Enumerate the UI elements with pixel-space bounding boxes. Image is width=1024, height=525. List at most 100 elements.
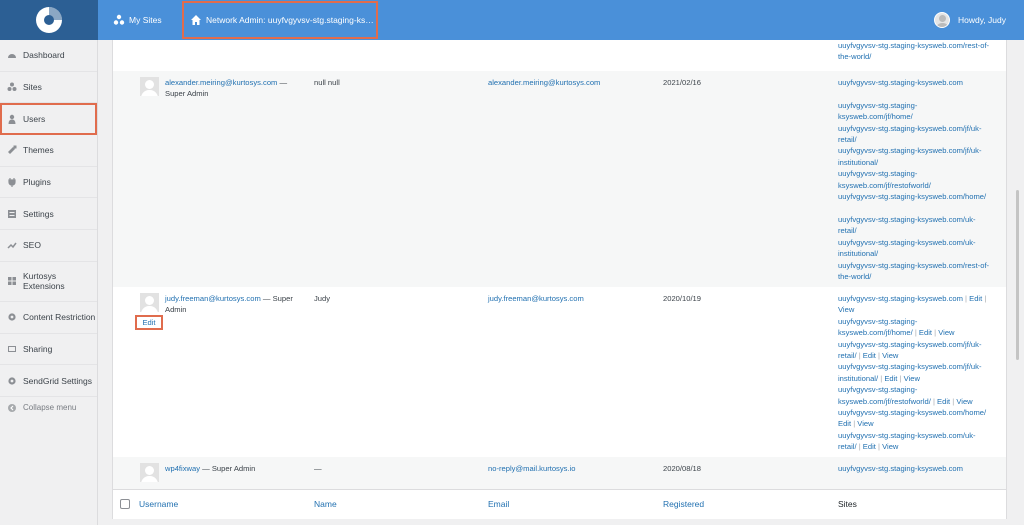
site-view-link[interactable]: View xyxy=(938,328,954,337)
email-link[interactable]: no-reply@mail.kurtosys.io xyxy=(488,463,648,474)
site-link[interactable]: ksysweb.com/jf/home/ xyxy=(838,328,913,337)
site-link[interactable]: ksysweb.com/jf/restofworld/ xyxy=(838,397,931,406)
sites-cell: uuyfvgyvsv-stg.staging-ksysweb.com uuyfv… xyxy=(838,77,1003,282)
site-edit-link[interactable]: Edit xyxy=(937,397,950,406)
site-link[interactable]: retail/ xyxy=(838,442,857,451)
site-link[interactable]: ksysweb.com/jf/restofworld/ xyxy=(838,180,1003,191)
site-link[interactable]: uuyfvgyvsv-stg.staging-ksysweb.com xyxy=(838,77,1003,88)
site-link[interactable]: uuyfvgyvsv-stg.staging-ksysweb.com/rest-… xyxy=(838,260,1003,271)
network-admin-label: Network Admin: uuyfvgyvsv-stg.staging-ks… xyxy=(206,15,374,25)
site-link[interactable]: uuyfvgyvsv-stg.staging- xyxy=(838,100,1003,111)
site-link[interactable]: retail/ xyxy=(838,134,1003,145)
site-link[interactable]: institutional/ xyxy=(838,248,1003,259)
site-link[interactable]: ksysweb.com/jf/home/ xyxy=(838,111,1003,122)
site-view-link[interactable]: View xyxy=(882,442,898,451)
site-link[interactable]: uuyfvgyvsv-stg.staging-ksysweb.com/uk- xyxy=(838,214,1003,225)
site-link[interactable]: uuyfvgyvsv-stg.staging-ksysweb.com/jf/uk… xyxy=(838,123,1003,134)
edit-label: Edit xyxy=(142,318,156,327)
site-link[interactable]: the-world/ xyxy=(838,51,1003,62)
sort-email-link[interactable]: Email xyxy=(488,499,509,510)
site-link[interactable]: the-world/ xyxy=(838,271,1003,282)
site-edit-link[interactable]: Edit xyxy=(863,351,876,360)
site-entry: uuyfvgyvsv-stg.staging-ksysweb.com/jf/uk… xyxy=(838,361,1003,372)
site-link[interactable]: uuyfvgyvsv-stg.staging-ksysweb.com xyxy=(838,294,963,303)
site-view-link[interactable]: View xyxy=(857,419,873,428)
site-link[interactable]: uuyfvgyvsv-stg.staging-ksysweb.com/jf/uk… xyxy=(838,340,981,349)
username-link[interactable]: alexander.meiring@kurtosys.com xyxy=(165,78,277,87)
site-link[interactable]: uuyfvgyvsv-stg.staging- xyxy=(838,317,917,326)
site-link[interactable]: uuyfvgyvsv-stg.staging-ksysweb.com/uk- xyxy=(838,431,976,440)
account-menu[interactable]: Howdy, Judy xyxy=(933,0,1006,40)
sort-name-link[interactable]: Name xyxy=(314,499,337,510)
sidebar-item-label: SEO xyxy=(23,240,41,251)
site-link[interactable]: institutional/ xyxy=(838,157,1003,168)
site-view-link[interactable]: View xyxy=(956,397,972,406)
role-label: — Super xyxy=(262,294,293,303)
site-edit-link[interactable]: Edit xyxy=(884,374,897,383)
username-link[interactable]: judy.freeman@kurtosys.com xyxy=(165,294,261,303)
username-cell: alexander.meiring@kurtosys.com — Super A… xyxy=(165,77,305,100)
site-entry: uuyfvgyvsv-stg.staging-ksysweb.com/jf/uk… xyxy=(838,339,1003,350)
site-link[interactable]: retail/ xyxy=(838,351,857,360)
role-label: — Super Admin xyxy=(202,464,256,473)
edit-user-link[interactable]: Edit xyxy=(135,315,163,330)
sort-registered-link[interactable]: Registered xyxy=(663,499,704,510)
sidebar-item-sites[interactable]: Sites xyxy=(0,72,97,104)
site-link[interactable]: uuyfvgyvsv-stg.staging-ksysweb.com/jf/uk… xyxy=(838,362,981,371)
admin-sidebar: Dashboard Sites Users Themes Plugins Set… xyxy=(0,40,98,525)
sites-icon xyxy=(113,14,125,25)
site-link[interactable]: uuyfvgyvsv-stg.staging-ksysweb.com/jf/uk… xyxy=(838,145,1003,156)
sites-cell: uuyfvgyvsv-stg.staging-ksysweb.com/rest-… xyxy=(838,40,1003,63)
site-edit-link[interactable]: Edit xyxy=(838,419,851,428)
site-logo[interactable] xyxy=(0,0,98,40)
my-sites-link[interactable]: My Sites xyxy=(113,0,162,40)
site-view-link[interactable]: View xyxy=(882,351,898,360)
registered-cell: 2021/02/16 xyxy=(663,78,702,87)
scrollbar[interactable] xyxy=(1016,190,1019,360)
name-cell: Judy xyxy=(314,294,331,303)
site-entry: uuyfvgyvsv-stg.staging- xyxy=(838,316,1003,327)
username-cell: wp4fixway — Super Admin xyxy=(165,463,305,474)
site-link[interactable]: uuyfvgyvsv-stg.staging-ksysweb.com/uk- xyxy=(838,237,1003,248)
sidebar-item-sharing[interactable]: Sharing xyxy=(0,334,97,366)
settings-icon xyxy=(8,209,16,218)
sidebar-item-label: Sites xyxy=(23,82,42,93)
sidebar-item-sendgrid-settings[interactable]: SendGrid Settings xyxy=(0,365,97,397)
sidebar-item-dashboard[interactable]: Dashboard xyxy=(0,40,97,72)
site-link[interactable]: retail/ xyxy=(838,225,1003,236)
site-view-link[interactable]: View xyxy=(838,305,854,314)
sidebar-item-plugins[interactable]: Plugins xyxy=(0,167,97,199)
collapse-menu-button[interactable]: Collapse menu xyxy=(0,397,97,419)
site-entry: View xyxy=(838,304,1003,315)
username-link[interactable]: wp4fixway xyxy=(165,464,200,473)
sidebar-item-users[interactable]: Users xyxy=(0,103,97,136)
site-edit-link[interactable]: Edit xyxy=(863,442,876,451)
site-link[interactable]: uuyfvgyvsv-stg.staging- xyxy=(838,168,1003,179)
site-link[interactable]: uuyfvgyvsv-stg.staging- xyxy=(838,385,917,394)
site-entry: uuyfvgyvsv-stg.staging- xyxy=(838,384,1003,395)
plugins-icon xyxy=(8,178,16,188)
site-link[interactable]: uuyfvgyvsv-stg.staging-ksysweb.com xyxy=(838,463,1003,474)
site-link[interactable]: uuyfvgyvsv-stg.staging-ksysweb.com/home/ xyxy=(838,408,986,417)
site-view-link[interactable]: View xyxy=(904,374,920,383)
sidebar-item-themes[interactable]: Themes xyxy=(0,135,97,167)
registered-cell: 2020/10/19 xyxy=(663,294,702,303)
site-edit-link[interactable]: Edit xyxy=(969,294,982,303)
sidebar-item-kurtosys-extensions[interactable]: Kurtosys Extensions xyxy=(0,262,97,302)
sidebar-item-seo[interactable]: SEO xyxy=(0,230,97,262)
sidebar-item-content-restriction[interactable]: Content Restriction xyxy=(0,302,97,334)
site-link[interactable]: uuyfvgyvsv-stg.staging-ksysweb.com/rest-… xyxy=(838,40,1003,51)
sort-username-link[interactable]: Username xyxy=(139,499,178,510)
email-link[interactable]: judy.freeman@kurtosys.com xyxy=(488,293,648,304)
select-all-checkbox[interactable] xyxy=(120,499,130,509)
sidebar-item-settings[interactable]: Settings xyxy=(0,198,97,231)
email-link[interactable]: alexander.meiring@kurtosys.com xyxy=(488,77,648,88)
site-entry: retail/ | Edit | View xyxy=(838,350,1003,361)
sites-cell: uuyfvgyvsv-stg.staging-ksysweb.com | Edi… xyxy=(838,293,1003,453)
table-row: uuyfvgyvsv-stg.staging-ksysweb.com/rest-… xyxy=(113,40,1006,71)
network-admin-link[interactable]: Network Admin: uuyfvgyvsv-stg.staging-ks… xyxy=(182,1,378,39)
site-edit-link[interactable]: Edit xyxy=(919,328,932,337)
site-link[interactable]: uuyfvgyvsv-stg.staging-ksysweb.com/home/ xyxy=(838,191,1003,202)
site-link[interactable]: institutional/ xyxy=(838,374,878,383)
avatar xyxy=(140,77,159,96)
